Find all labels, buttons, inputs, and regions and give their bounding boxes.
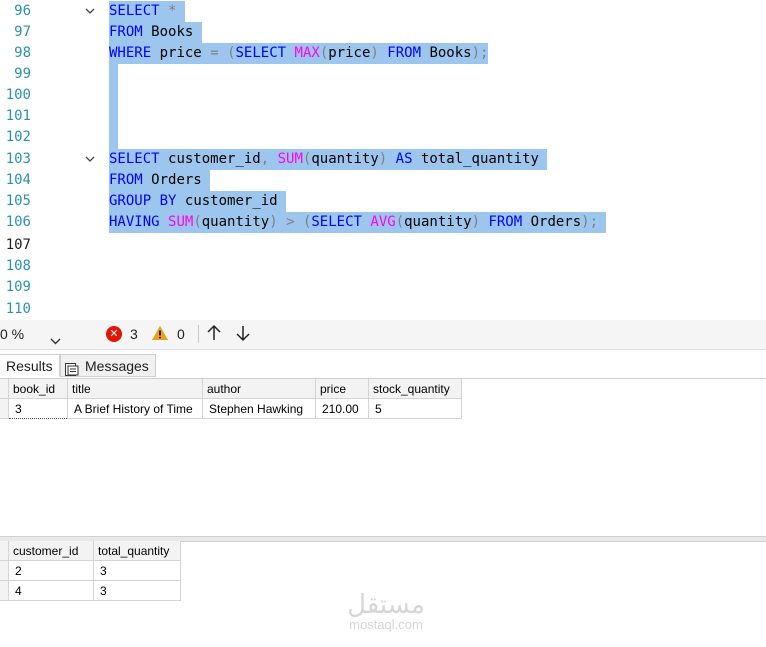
tab-results[interactable]: Results: [0, 354, 60, 377]
code-line[interactable]: 97 FROM Books: [0, 22, 766, 43]
grid-cell[interactable]: 3: [8, 398, 68, 419]
zoom-dropdown[interactable]: 0 %: [0, 324, 70, 345]
row-header-corner[interactable]: [0, 541, 9, 561]
arrow-down-icon: [236, 326, 250, 342]
grid-cell[interactable]: 4: [8, 580, 94, 601]
results-grid-orders[interactable]: customer_id total_quantity 2 3 4 3: [0, 541, 181, 601]
line-number: 99: [14, 66, 31, 82]
arrow-up-icon: [207, 324, 221, 340]
tab-messages[interactable]: Messages: [60, 354, 156, 377]
error-count[interactable]: 3: [130, 324, 138, 344]
row-header[interactable]: [0, 580, 9, 601]
collapse-chevron-icon[interactable]: [82, 149, 98, 170]
code-line[interactable]: 99: [0, 64, 766, 86]
watermark-arabic: مستقل: [347, 590, 425, 620]
code-line[interactable]: 102: [0, 127, 766, 149]
code-line[interactable]: 107: [0, 235, 766, 256]
column-header[interactable]: price: [315, 379, 369, 399]
selection-block: [109, 64, 118, 86]
zoom-value: 0 %: [0, 326, 25, 342]
code-line[interactable]: 103 SELECT customer_id, SUM(quantity) AS…: [0, 149, 766, 170]
code-line[interactable]: 104 FROM Orders: [0, 170, 766, 191]
column-header[interactable]: title: [67, 379, 203, 399]
code-line[interactable]: 101: [0, 106, 766, 128]
selection-block: [109, 85, 118, 107]
table-row[interactable]: 2 3: [0, 560, 181, 581]
column-header[interactable]: stock_quantity: [368, 379, 462, 399]
code-line[interactable]: 105 GROUP BY customer_id: [0, 191, 766, 212]
grid-cell[interactable]: 3: [93, 580, 181, 601]
grid-cell[interactable]: 2: [8, 560, 94, 581]
selection-block: [109, 127, 118, 149]
tab-messages-label: Messages: [85, 358, 149, 374]
line-number: 110: [5, 301, 31, 317]
grid-cell[interactable]: 210.00: [315, 398, 369, 419]
table-row[interactable]: 4 3: [0, 580, 181, 601]
code-line[interactable]: 110: [0, 299, 766, 320]
watermark-latin: mostaql.com: [349, 617, 423, 632]
previous-error-button[interactable]: [206, 324, 224, 344]
row-header[interactable]: [0, 560, 9, 581]
row-header[interactable]: [0, 398, 9, 419]
code-line[interactable]: 98 WHERE price = (SELECT MAX(price) FROM…: [0, 43, 766, 64]
messages-icon: [65, 360, 79, 376]
editor-status-bar: 0 % ✕ 3 0: [0, 320, 766, 350]
grid-cell[interactable]: 5: [368, 398, 462, 419]
line-number: 98: [14, 45, 31, 61]
code-text: FROM Books: [109, 22, 202, 43]
code-text: SELECT *: [109, 1, 185, 22]
line-number: 105: [5, 193, 31, 209]
column-header[interactable]: customer_id: [8, 541, 94, 561]
code-line[interactable]: 106 HAVING SUM(quantity) > (SELECT AVG(q…: [0, 212, 766, 233]
line-number: 108: [5, 258, 31, 274]
code-line[interactable]: 109: [0, 277, 766, 298]
line-number: 96: [14, 3, 31, 19]
sql-editor[interactable]: 96 SELECT * 97 FROM Books 98 WHERE price…: [0, 0, 766, 320]
warning-icon[interactable]: [151, 325, 169, 341]
selection-block: [109, 106, 118, 128]
grid-header-row: customer_id total_quantity: [0, 541, 181, 561]
code-line[interactable]: 108: [0, 256, 766, 277]
line-number: 101: [5, 108, 31, 124]
error-icon[interactable]: ✕: [106, 326, 122, 342]
column-header[interactable]: author: [202, 379, 316, 399]
line-number: 97: [14, 24, 31, 40]
line-number: 103: [5, 151, 31, 167]
code-text: SELECT customer_id, SUM(quantity) AS tot…: [109, 149, 548, 170]
code-line[interactable]: 100: [0, 85, 766, 107]
grid-cell[interactable]: A Brief History of Time: [67, 398, 203, 419]
code-text: WHERE price = (SELECT MAX(price) FROM Bo…: [109, 43, 489, 64]
line-number: 100: [5, 87, 31, 103]
table-row[interactable]: 3 A Brief History of Time Stephen Hawkin…: [0, 398, 462, 419]
line-number-current: 107: [5, 237, 31, 253]
grid-header-row: book_id title author price stock_quantit…: [0, 379, 462, 399]
code-line[interactable]: 96 SELECT *: [0, 1, 766, 22]
code-text: FROM Orders: [109, 170, 211, 191]
row-header-corner[interactable]: [0, 379, 9, 399]
column-header[interactable]: total_quantity: [93, 541, 181, 561]
line-number: 102: [5, 129, 31, 145]
divider: [198, 325, 199, 343]
results-grid-books[interactable]: book_id title author price stock_quantit…: [0, 379, 462, 419]
code-text: HAVING SUM(quantity) > (SELECT AVG(quant…: [109, 212, 607, 233]
line-number: 104: [5, 172, 31, 188]
collapse-chevron-icon[interactable]: [82, 1, 98, 22]
column-header[interactable]: book_id: [8, 379, 68, 399]
mostaql-watermark: مستقل mostaql.com: [336, 590, 436, 634]
grid-cell[interactable]: Stephen Hawking: [202, 398, 316, 419]
line-number: 109: [5, 279, 31, 295]
warning-count[interactable]: 0: [177, 324, 185, 344]
line-number: 106: [5, 214, 31, 230]
code-text: GROUP BY customer_id: [109, 191, 287, 212]
grid-cell[interactable]: 3: [93, 560, 181, 581]
results-tab-strip: Results Messages: [0, 350, 766, 379]
next-error-button[interactable]: [235, 324, 253, 344]
chevron-down-icon: [50, 330, 61, 350]
